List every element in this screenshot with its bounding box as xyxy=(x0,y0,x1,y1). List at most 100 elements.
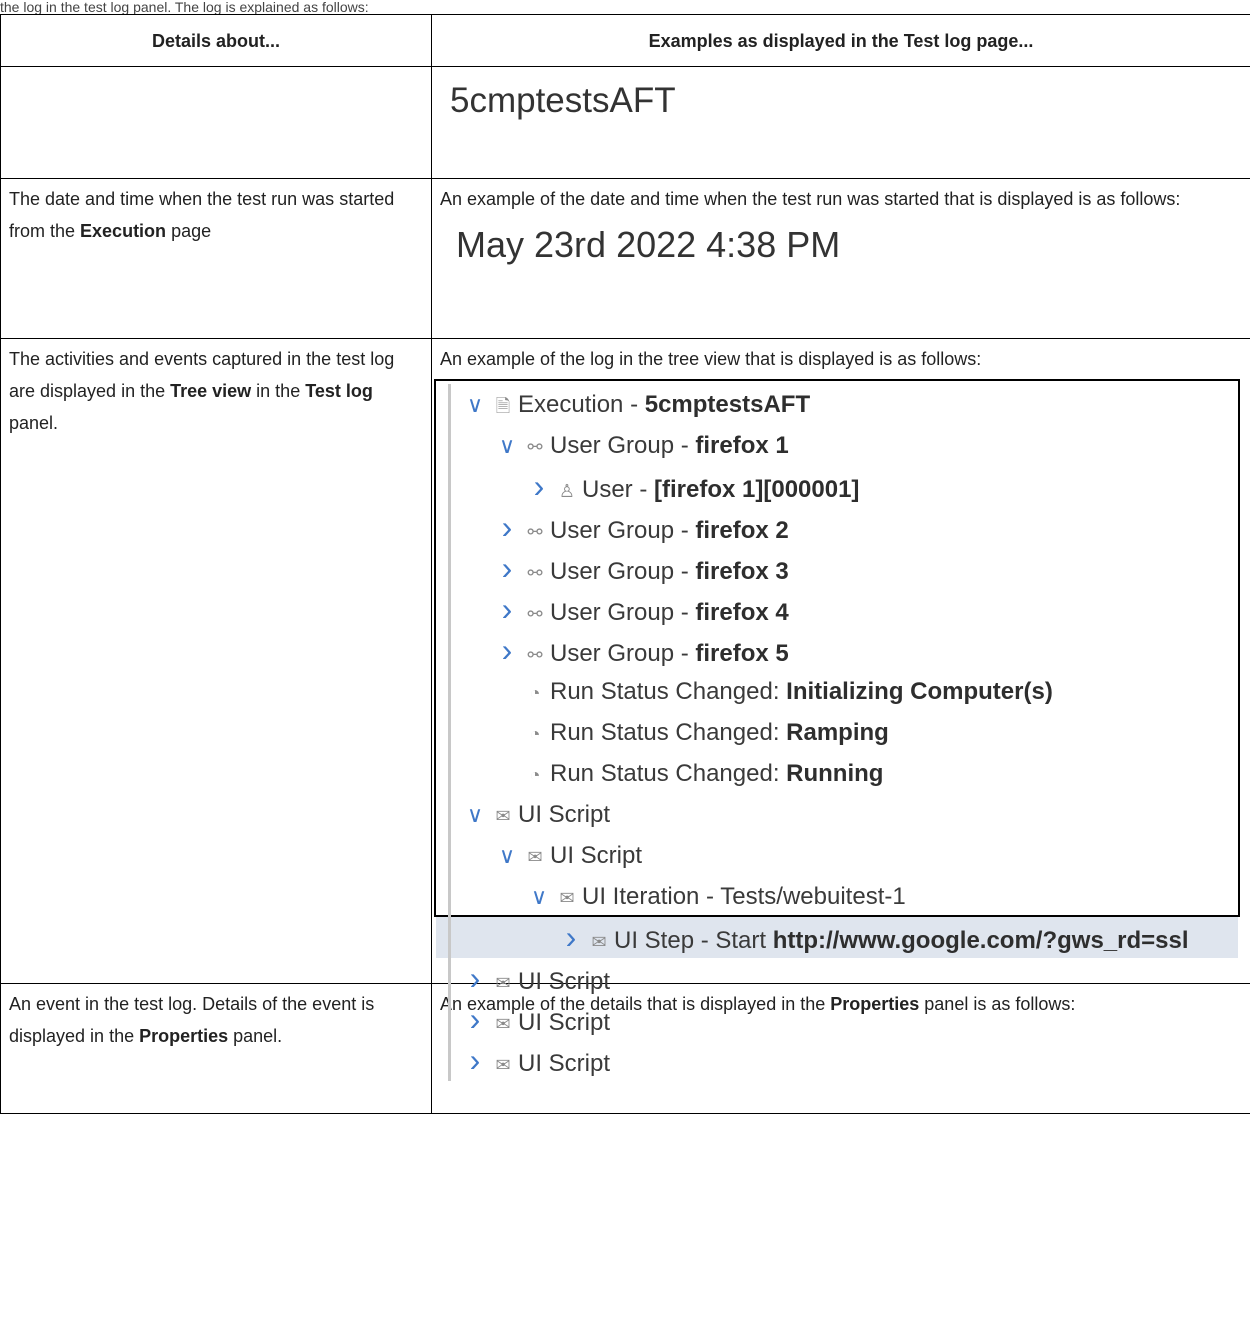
tree-row-label: User Group - firefox 2 xyxy=(550,517,789,544)
tree-row-text: User Group - xyxy=(550,558,696,585)
status-icon: ◔ xyxy=(529,724,541,744)
tree-row-text: User - xyxy=(582,476,654,503)
row1-example: 5cmptestsAFT xyxy=(431,66,1250,179)
tree-row[interactable]: ∨ ✉ UI Iteration - Tests/webuitest-1 xyxy=(436,876,1238,917)
chevron-right-icon[interactable]: › xyxy=(494,507,520,548)
chevron-right-icon[interactable]: › xyxy=(494,630,520,671)
tree-row-label: User Group - firefox 1 xyxy=(550,432,789,459)
tree-row[interactable]: › ⚯ User Group - firefox 2 xyxy=(436,507,1238,548)
tree-gutter xyxy=(448,917,451,958)
chevron-right-icon[interactable]: › xyxy=(558,917,584,958)
tree-row[interactable]: › ✉ UI Script xyxy=(436,958,1238,999)
chevron-down-icon[interactable]: ∨ xyxy=(462,794,488,835)
tree-row-text: User Group - xyxy=(550,640,696,667)
tree-row-label: UI Script xyxy=(518,801,610,828)
tree-row-text: User Group - xyxy=(550,599,696,626)
tree-row-label: User - [firefox 1][000001] xyxy=(582,476,859,503)
tree-gutter xyxy=(448,507,451,548)
row1-details xyxy=(0,66,432,179)
tree-row-label: Execution - 5cmptestsAFT xyxy=(518,391,810,418)
tree-row-text: Run Status Changed: xyxy=(550,719,787,746)
tree-row-label: UI Script xyxy=(518,1009,610,1036)
tree-row-text: Run Status Changed: xyxy=(550,760,787,787)
tree-row-text: UI Step - Start xyxy=(614,927,773,954)
tree-row-label: User Group - firefox 4 xyxy=(550,599,789,626)
row4-details-tail: panel. xyxy=(228,1026,283,1046)
tree-row[interactable]: › ♙ User - [firefox 1][000001] xyxy=(436,466,1238,507)
ui-script-icon: ✉ xyxy=(527,847,543,867)
chevron-down-icon[interactable]: ∨ xyxy=(494,835,520,876)
ui-script-icon: ✉ xyxy=(495,806,511,826)
chevron-right-icon[interactable]: › xyxy=(462,999,488,1040)
row3-details-tail: panel. xyxy=(9,413,59,433)
chevron-right-icon[interactable]: › xyxy=(462,958,488,999)
user-icon: ♙ xyxy=(558,481,576,501)
tree-row[interactable]: › ✉ UI Step - Start http://www.google.com/… xyxy=(436,917,1238,958)
tree-row-value: firefox 4 xyxy=(695,599,789,626)
chevron-down-icon[interactable]: ∨ xyxy=(526,876,552,917)
execution-term: Execution xyxy=(80,221,167,241)
tree-gutter xyxy=(448,999,451,1040)
tree-row[interactable]: › ✉ UI Script xyxy=(436,999,1238,1040)
row3-details-mid: in the xyxy=(251,381,306,401)
tree-row-value: 5cmptestsAFT xyxy=(644,391,811,418)
test-log-term: Test log xyxy=(305,381,373,401)
chevron-right-icon[interactable]: › xyxy=(462,1040,488,1081)
tree-row-value: firefox 3 xyxy=(695,558,789,585)
tree-row-label: Run Status Changed: Running xyxy=(550,760,883,787)
tree-row-value: http://www.google.com/?gws_rd=ssl xyxy=(772,927,1189,954)
tree-gutter xyxy=(448,712,451,753)
tree-row-value: firefox 2 xyxy=(695,517,789,544)
tree-row[interactable]: › ⚯ User Group - firefox 4 xyxy=(436,589,1238,630)
chevron-right-icon[interactable]: › xyxy=(494,589,520,630)
tree-row-text: User Group - xyxy=(550,432,696,459)
tree-row[interactable]: › ✉ UI Script xyxy=(436,1040,1238,1081)
tree-row[interactable]: ∨ ✉ UI Script xyxy=(436,835,1238,876)
row2-details-tail: page xyxy=(166,221,212,241)
ui-script-icon: ✉ xyxy=(495,1014,511,1034)
tree-row[interactable]: ◔ Run Status Changed: Initializing Comput… xyxy=(436,671,1238,712)
tree-gutter xyxy=(448,630,451,671)
tree-row[interactable]: ∨ 🗎 Execution - 5cmptestsAFT xyxy=(436,384,1238,425)
row4-details: An event in the test log. Details of the… xyxy=(0,983,432,1114)
tree-row-text: UI Script xyxy=(518,1009,611,1036)
row-start-time: The date and time when the test run was … xyxy=(0,178,1250,339)
tree-row-value: firefox 5 xyxy=(695,640,789,667)
user-group-icon: ⚯ xyxy=(527,437,543,457)
tree-row[interactable]: ◔ Run Status Changed: Running xyxy=(436,753,1238,794)
tree-row-value: [firefox 1][000001] xyxy=(654,476,860,503)
ui-script-icon: ✉ xyxy=(559,888,575,908)
user-group-icon: ⚯ xyxy=(527,604,543,624)
tree-gutter xyxy=(448,753,451,794)
tree-row[interactable]: › ⚯ User Group - firefox 5 xyxy=(436,630,1238,671)
row-test-name: 5cmptestsAFT xyxy=(0,66,1250,179)
tree-gutter xyxy=(448,876,451,917)
row3-details: The activities and events captured in th… xyxy=(0,338,432,984)
chevron-down-icon[interactable]: ∨ xyxy=(494,425,520,466)
row2-example-intro: An example of the date and time when the… xyxy=(440,189,1181,209)
tree-row[interactable]: ∨ ⚯ User Group - firefox 1 xyxy=(436,425,1238,466)
tree-row[interactable]: ◔ Run Status Changed: Ramping xyxy=(436,712,1238,753)
chevron-right-icon[interactable]: › xyxy=(494,548,520,589)
ui-script-icon: ✉ xyxy=(591,932,607,952)
tree-row-label: UI Script xyxy=(518,1050,610,1077)
chevron-right-icon[interactable]: › xyxy=(526,466,552,507)
tree-gutter xyxy=(448,548,451,589)
user-group-icon: ⚯ xyxy=(527,522,543,542)
chevron-down-icon[interactable]: ∨ xyxy=(462,384,488,425)
tree-row-label: User Group - firefox 3 xyxy=(550,558,789,585)
tree-gutter xyxy=(448,384,451,425)
tree-row[interactable]: › ⚯ User Group - firefox 3 xyxy=(436,548,1238,589)
ui-script-icon: ✉ xyxy=(495,1055,511,1075)
tree-gutter xyxy=(448,589,451,630)
header-examples: Examples as displayed in the Test log pa… xyxy=(431,14,1250,67)
test-log-tree[interactable]: ∨ 🗎 Execution - 5cmptestsAFT ∨ ⚯ User Group -… xyxy=(434,379,1240,1081)
ui-script-icon: ✉ xyxy=(495,973,511,993)
tree-gutter xyxy=(448,425,451,466)
row-tree-view: The activities and events captured in th… xyxy=(0,338,1250,1081)
tree-row[interactable]: ∨ ✉ UI Script xyxy=(436,794,1238,835)
tree-row-text: UI Script xyxy=(550,842,643,869)
tree-row-label: Run Status Changed: Ramping xyxy=(550,719,889,746)
row3-example: An example of the log in the tree view t… xyxy=(431,338,1250,1081)
tree-row-text: UI Script xyxy=(518,801,611,828)
